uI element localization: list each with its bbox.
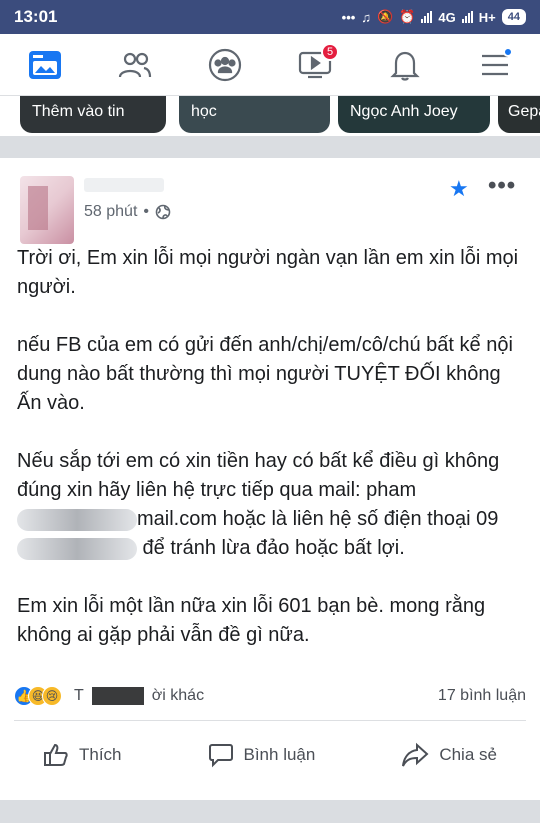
share-arrow-icon bbox=[402, 742, 429, 767]
mail-prefix: pham bbox=[366, 479, 417, 501]
feed-post: 58 phút • ★ ••• Trời ơi, Em xin lỗi mọi … bbox=[0, 158, 540, 800]
meta-separator: • bbox=[143, 203, 149, 220]
network2-label: H+ bbox=[478, 9, 496, 25]
contact-intro: Nếu sắp tới em có xin tiền hay có bất kể… bbox=[17, 450, 500, 501]
sad-reaction-icon: 😢 bbox=[42, 686, 62, 706]
mute-icon: 🔕 bbox=[377, 9, 394, 24]
menu-notification-dot bbox=[503, 46, 513, 57]
battery-icon: 44 bbox=[501, 9, 526, 25]
menu-icon[interactable] bbox=[475, 45, 515, 85]
reaction-summary[interactable]: 👍 😆 😢 T ời khác bbox=[14, 686, 204, 706]
comment-icon bbox=[208, 744, 233, 768]
story-label: học bbox=[191, 103, 217, 120]
comment-label: Bình luận bbox=[243, 745, 316, 764]
favorite-star-icon[interactable]: ★ bbox=[449, 176, 469, 202]
divider bbox=[14, 720, 526, 721]
story-label: Gepa bbox=[508, 103, 540, 120]
status-bar: 13:01 ••• ♫ 🔕 ⏰ 4G H+ 44 bbox=[0, 0, 540, 34]
signal-icon bbox=[421, 11, 433, 23]
globe-icon bbox=[155, 204, 171, 220]
post-time[interactable]: 58 phút bbox=[84, 203, 137, 221]
top-nav: 5 bbox=[0, 34, 540, 96]
redacted-email bbox=[17, 508, 137, 531]
notifications-icon[interactable] bbox=[385, 45, 425, 85]
post-paragraph: Em xin lỗi một lần nữa xin lỗi 601 bạn b… bbox=[17, 595, 486, 646]
comment-button[interactable]: Bình luận bbox=[208, 742, 316, 768]
redacted-reactor-name bbox=[91, 687, 144, 705]
story-card[interactable]: Thêm vào tin bbox=[20, 96, 166, 133]
more-dots-icon: ••• bbox=[341, 9, 356, 25]
like-label: Thích bbox=[78, 745, 122, 764]
alarm-icon: ⏰ bbox=[399, 9, 416, 24]
friends-icon[interactable] bbox=[115, 45, 155, 85]
story-label: Ngọc Anh Joey bbox=[350, 103, 458, 120]
feed-separator bbox=[0, 136, 540, 158]
story-card[interactable]: Ngọc Anh Joey bbox=[338, 96, 490, 133]
reactors-others: ời khác bbox=[151, 687, 205, 704]
network-label: 4G bbox=[438, 9, 456, 25]
author-name-redacted[interactable] bbox=[84, 178, 164, 192]
story-card[interactable]: Gepa bbox=[498, 96, 540, 133]
post-paragraph-contact: Nếu sắp tới em có xin tiền hay có bất kể… bbox=[17, 447, 527, 563]
like-button[interactable]: Thích bbox=[43, 742, 122, 768]
share-label: Chia sẻ bbox=[439, 745, 497, 764]
avatar[interactable] bbox=[20, 176, 74, 244]
groups-icon[interactable] bbox=[205, 45, 245, 85]
thumbs-up-icon bbox=[43, 743, 68, 766]
post-meta: 58 phút • bbox=[84, 203, 171, 221]
post-body: Trời ơi, Em xin lỗi mọi người ngàn vạn l… bbox=[17, 244, 527, 679]
post-paragraph: Trời ơi, Em xin lỗi mọi người ngàn vạn l… bbox=[17, 247, 519, 298]
reactions-row[interactable]: 👍 😆 😢 T ời khác 17 bình luận bbox=[14, 681, 526, 711]
reactors-prefix: T bbox=[74, 687, 84, 704]
story-card[interactable]: học bbox=[179, 96, 330, 133]
phone-prefix: điện thoại 09 bbox=[383, 508, 499, 530]
post-actions: Thích Bình luận Chia sẻ bbox=[0, 725, 540, 785]
watch-badge: 5 bbox=[321, 42, 339, 61]
headset-icon: ♫ bbox=[361, 9, 372, 25]
post-paragraph: nếu FB của em có gửi đến anh/chị/em/cô/c… bbox=[17, 334, 513, 414]
phone-suffix: để tránh lừa đảo hoặc bất lợi. bbox=[137, 537, 405, 559]
comments-count[interactable]: 17 bình luận bbox=[438, 687, 526, 705]
status-icons: ••• ♫ 🔕 ⏰ 4G H+ 44 bbox=[342, 9, 526, 25]
redacted-phone bbox=[17, 537, 137, 560]
more-options-icon[interactable]: ••• bbox=[488, 172, 516, 200]
mail-suffix: mail.com hoặc là liên hệ số bbox=[137, 508, 379, 530]
share-button[interactable]: Chia sẻ bbox=[401, 742, 497, 768]
stories-strip: Thêm vào tin học Ngọc Anh Joey Gepa bbox=[0, 96, 540, 136]
status-time: 13:01 bbox=[14, 7, 58, 26]
story-label: Thêm vào tin bbox=[32, 103, 125, 120]
news-feed-icon[interactable] bbox=[25, 45, 65, 85]
signal2-icon bbox=[461, 11, 473, 23]
watch-icon[interactable]: 5 bbox=[295, 42, 339, 85]
